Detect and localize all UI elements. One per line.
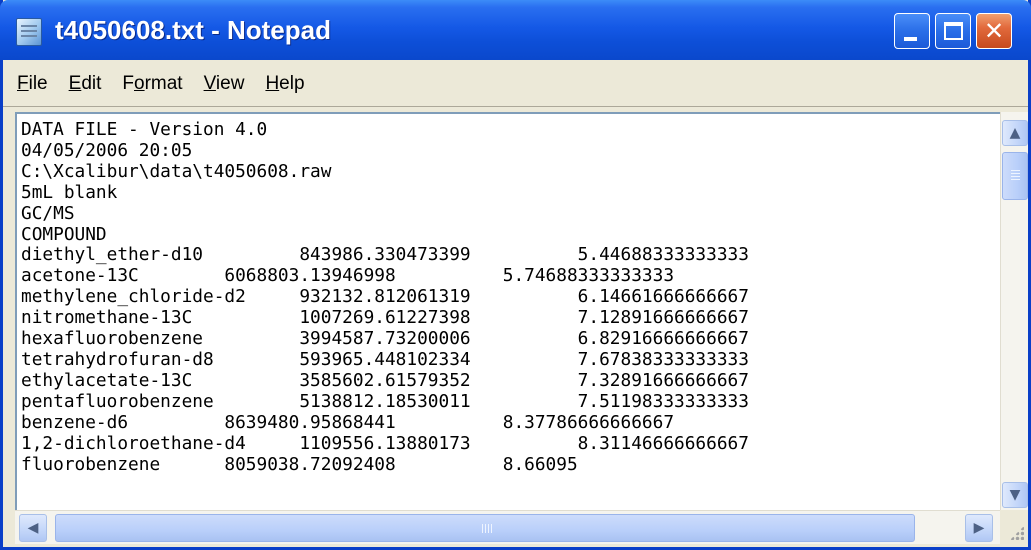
text-line: hexafluorobenzene 3994587.73200006 6.829… <box>21 328 749 350</box>
text-line: methylene_chloride-d2 932132.812061319 6… <box>21 286 749 308</box>
scroll-right-button[interactable]: ▶ <box>965 514 993 542</box>
text-line: fluorobenzene 8059038.72092408 8.66095 <box>21 453 578 475</box>
window-title: t4050608.txt - Notepad <box>55 15 331 45</box>
menu-view[interactable]: View <box>204 73 245 95</box>
close-icon: ✕ <box>983 17 1005 45</box>
text-line: C:\Xcalibur\data\t4050608.raw <box>21 160 332 182</box>
grip-icon <box>1011 170 1020 171</box>
text-line: nitromethane-13C 1007269.61227398 7.1289… <box>21 307 749 329</box>
maximize-icon <box>944 22 963 40</box>
horizontal-scroll-thumb[interactable] <box>55 514 915 542</box>
right-arrow-icon: ▶ <box>973 520 985 536</box>
grip-icon <box>482 524 483 533</box>
menu-format[interactable]: Format <box>122 73 182 95</box>
text-line: GC/MS <box>21 202 75 224</box>
document-text[interactable]: DATA FILE - Version 4.0 04/05/2006 20:05… <box>17 114 1000 475</box>
menu-divider <box>3 106 1028 107</box>
notepad-icon[interactable] <box>16 18 42 46</box>
text-line: benzene-d6 8639480.95868441 8.3778666666… <box>21 411 675 433</box>
text-line: diethyl_ether-d10 843986.330473399 5.446… <box>21 244 749 266</box>
up-arrow-icon: ▲ <box>1009 125 1021 141</box>
resize-grip[interactable] <box>1000 510 1028 544</box>
scroll-left-button[interactable]: ◀ <box>19 514 47 542</box>
vertical-scrollbar[interactable]: ▲ ▼ <box>1000 112 1028 510</box>
text-line: 5mL blank <box>21 181 118 203</box>
scroll-down-button[interactable]: ▼ <box>1002 482 1028 508</box>
text-line: tetrahydrofuran-d8 593965.448102334 7.67… <box>21 348 749 370</box>
text-line: pentafluorobenzene 5138812.18530011 7.51… <box>21 390 749 412</box>
vertical-scroll-thumb[interactable] <box>1002 152 1028 200</box>
minimize-button[interactable] <box>894 13 930 49</box>
scroll-up-button[interactable]: ▲ <box>1002 120 1028 146</box>
notepad-window: t4050608.txt - Notepad ✕ File Edit Forma… <box>0 0 1031 550</box>
text-line: DATA FILE - Version 4.0 <box>21 119 268 140</box>
text-editor[interactable]: DATA FILE - Version 4.0 04/05/2006 20:05… <box>15 112 1000 510</box>
text-line: 1,2-dichloroethane-d4 1109556.13880173 8… <box>21 432 749 454</box>
close-button[interactable]: ✕ <box>976 13 1012 49</box>
maximize-button[interactable] <box>935 13 971 49</box>
menu-file[interactable]: File <box>17 73 48 95</box>
horizontal-scrollbar[interactable]: ◀ ▶ <box>15 510 1000 544</box>
menu-bar: File Edit Format View Help <box>3 60 1028 107</box>
menu-edit[interactable]: Edit <box>69 73 102 95</box>
left-arrow-icon: ◀ <box>27 520 39 536</box>
text-line: COMPOUND <box>21 223 107 245</box>
text-line: 04/05/2006 20:05 <box>21 139 193 161</box>
text-line: acetone-13C 6068803.13946998 5.746883333… <box>21 265 675 287</box>
text-line: ethylacetate-13C 3585602.61579352 7.3289… <box>21 369 749 391</box>
down-arrow-icon: ▼ <box>1009 487 1021 503</box>
title-bar[interactable]: t4050608.txt - Notepad ✕ <box>0 0 1031 60</box>
resize-grip-icon <box>1010 526 1024 540</box>
menu-help[interactable]: Help <box>265 73 304 95</box>
minimize-icon <box>904 37 917 41</box>
